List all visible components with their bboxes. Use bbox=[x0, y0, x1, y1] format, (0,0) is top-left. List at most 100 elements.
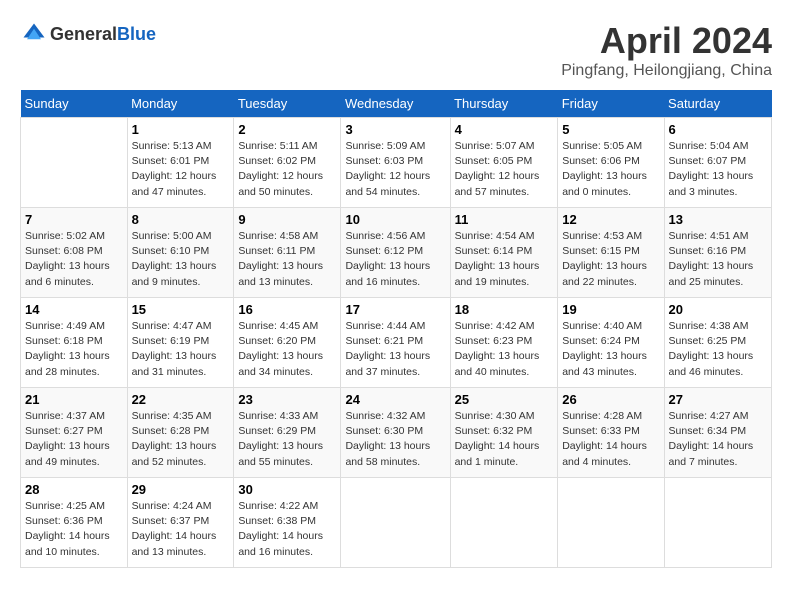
calendar-cell: 19Sunrise: 4:40 AMSunset: 6:24 PMDayligh… bbox=[558, 298, 664, 388]
logo-text: GeneralBlue bbox=[50, 24, 156, 45]
day-number: 10 bbox=[345, 212, 445, 227]
logo: GeneralBlue bbox=[20, 20, 156, 48]
logo-general: General bbox=[50, 24, 117, 44]
day-of-week-header: Friday bbox=[558, 90, 664, 118]
title-block: April 2024 Pingfang, Heilongjiang, China bbox=[561, 20, 772, 80]
day-info: Sunrise: 4:47 AMSunset: 6:19 PMDaylight:… bbox=[132, 319, 230, 380]
calendar-cell bbox=[450, 478, 558, 568]
day-info: Sunrise: 5:00 AMSunset: 6:10 PMDaylight:… bbox=[132, 229, 230, 290]
day-info: Sunrise: 5:09 AMSunset: 6:03 PMDaylight:… bbox=[345, 139, 445, 200]
day-info: Sunrise: 4:53 AMSunset: 6:15 PMDaylight:… bbox=[562, 229, 659, 290]
day-info: Sunrise: 4:56 AMSunset: 6:12 PMDaylight:… bbox=[345, 229, 445, 290]
calendar-header-row: SundayMondayTuesdayWednesdayThursdayFrid… bbox=[21, 90, 772, 118]
day-of-week-header: Sunday bbox=[21, 90, 128, 118]
day-info: Sunrise: 4:44 AMSunset: 6:21 PMDaylight:… bbox=[345, 319, 445, 380]
calendar-cell: 11 Sunrise: 4:54 AMSunset: 6:14 PMDayligh… bbox=[450, 208, 558, 298]
calendar-cell: 30 Sunrise: 4:22 AMSunset: 6:38 PMDayligh… bbox=[234, 478, 341, 568]
day-number: 8 bbox=[132, 212, 230, 227]
calendar-cell: 27 Sunrise: 4:27 AMSunset: 6:34 PMDayligh… bbox=[664, 388, 771, 478]
calendar-cell: 1 Sunrise: 5:13 AMSunset: 6:01 PMDaylight… bbox=[127, 118, 234, 208]
day-of-week-header: Wednesday bbox=[341, 90, 450, 118]
day-number: 30 bbox=[238, 482, 336, 497]
day-number: 12 bbox=[562, 212, 659, 227]
calendar-cell bbox=[21, 118, 128, 208]
calendar-cell: 6 Sunrise: 5:04 AMSunset: 6:07 PMDaylight… bbox=[664, 118, 771, 208]
day-info: Sunrise: 4:30 AMSunset: 6:32 PMDaylight:… bbox=[455, 409, 554, 470]
day-info: Sunrise: 4:25 AMSunset: 6:36 PMDaylight:… bbox=[25, 499, 123, 560]
day-info: Sunrise: 5:07 AMSunset: 6:05 PMDaylight:… bbox=[455, 139, 554, 200]
logo-icon bbox=[20, 20, 48, 48]
day-number: 26 bbox=[562, 392, 659, 407]
day-info: Sunrise: 4:45 AMSunset: 6:20 PMDaylight:… bbox=[238, 319, 336, 380]
day-number: 16 bbox=[238, 302, 336, 317]
calendar-week-row: 21 Sunrise: 4:37 AMSunset: 6:27 PMDayligh… bbox=[21, 388, 772, 478]
calendar-week-row: 14Sunrise: 4:49 AMSunset: 6:18 PMDayligh… bbox=[21, 298, 772, 388]
day-number: 1 bbox=[132, 122, 230, 137]
day-info: Sunrise: 4:22 AMSunset: 6:38 PMDaylight:… bbox=[238, 499, 336, 560]
day-number: 7 bbox=[25, 212, 123, 227]
calendar-cell: 7 Sunrise: 5:02 AMSunset: 6:08 PMDaylight… bbox=[21, 208, 128, 298]
day-number: 15 bbox=[132, 302, 230, 317]
calendar-cell bbox=[664, 478, 771, 568]
day-of-week-header: Monday bbox=[127, 90, 234, 118]
calendar-cell: 29Sunrise: 4:24 AMSunset: 6:37 PMDayligh… bbox=[127, 478, 234, 568]
calendar-cell: 26 Sunrise: 4:28 AMSunset: 6:33 PMDayligh… bbox=[558, 388, 664, 478]
day-number: 3 bbox=[345, 122, 445, 137]
day-of-week-header: Tuesday bbox=[234, 90, 341, 118]
calendar-cell: 24 Sunrise: 4:32 AMSunset: 6:30 PMDayligh… bbox=[341, 388, 450, 478]
day-number: 21 bbox=[25, 392, 123, 407]
day-info: Sunrise: 5:11 AMSunset: 6:02 PMDaylight:… bbox=[238, 139, 336, 200]
day-info: Sunrise: 5:02 AMSunset: 6:08 PMDaylight:… bbox=[25, 229, 123, 290]
day-number: 13 bbox=[669, 212, 767, 227]
day-info: Sunrise: 4:35 AMSunset: 6:28 PMDaylight:… bbox=[132, 409, 230, 470]
calendar-cell: 14Sunrise: 4:49 AMSunset: 6:18 PMDayligh… bbox=[21, 298, 128, 388]
day-of-week-header: Saturday bbox=[664, 90, 771, 118]
day-info: Sunrise: 4:27 AMSunset: 6:34 PMDaylight:… bbox=[669, 409, 767, 470]
day-info: Sunrise: 4:28 AMSunset: 6:33 PMDaylight:… bbox=[562, 409, 659, 470]
calendar-week-row: 1 Sunrise: 5:13 AMSunset: 6:01 PMDaylight… bbox=[21, 118, 772, 208]
calendar-cell: 12 Sunrise: 4:53 AMSunset: 6:15 PMDayligh… bbox=[558, 208, 664, 298]
calendar-cell: 17 Sunrise: 4:44 AMSunset: 6:21 PMDayligh… bbox=[341, 298, 450, 388]
day-info: Sunrise: 5:04 AMSunset: 6:07 PMDaylight:… bbox=[669, 139, 767, 200]
day-number: 28 bbox=[25, 482, 123, 497]
day-number: 24 bbox=[345, 392, 445, 407]
day-number: 23 bbox=[238, 392, 336, 407]
calendar-table: SundayMondayTuesdayWednesdayThursdayFrid… bbox=[20, 90, 772, 568]
calendar-cell: 13 Sunrise: 4:51 AMSunset: 6:16 PMDayligh… bbox=[664, 208, 771, 298]
day-number: 17 bbox=[345, 302, 445, 317]
day-number: 19 bbox=[562, 302, 659, 317]
day-info: Sunrise: 4:42 AMSunset: 6:23 PMDaylight:… bbox=[455, 319, 554, 380]
day-info: Sunrise: 4:51 AMSunset: 6:16 PMDaylight:… bbox=[669, 229, 767, 290]
calendar-cell: 22 Sunrise: 4:35 AMSunset: 6:28 PMDayligh… bbox=[127, 388, 234, 478]
logo-blue: Blue bbox=[117, 24, 156, 44]
calendar-cell: 16 Sunrise: 4:45 AMSunset: 6:20 PMDayligh… bbox=[234, 298, 341, 388]
day-info: Sunrise: 4:38 AMSunset: 6:25 PMDaylight:… bbox=[669, 319, 767, 380]
calendar-cell: 8 Sunrise: 5:00 AMSunset: 6:10 PMDaylight… bbox=[127, 208, 234, 298]
day-info: Sunrise: 4:33 AMSunset: 6:29 PMDaylight:… bbox=[238, 409, 336, 470]
calendar-cell: 15 Sunrise: 4:47 AMSunset: 6:19 PMDayligh… bbox=[127, 298, 234, 388]
calendar-cell: 9Sunrise: 4:58 AMSunset: 6:11 PMDaylight… bbox=[234, 208, 341, 298]
day-number: 27 bbox=[669, 392, 767, 407]
page-header: GeneralBlue April 2024 Pingfang, Heilong… bbox=[20, 20, 772, 80]
calendar-cell: 4Sunrise: 5:07 AMSunset: 6:05 PMDaylight… bbox=[450, 118, 558, 208]
calendar-cell: 2 Sunrise: 5:11 AMSunset: 6:02 PMDaylight… bbox=[234, 118, 341, 208]
calendar-cell: 20 Sunrise: 4:38 AMSunset: 6:25 PMDayligh… bbox=[664, 298, 771, 388]
calendar-cell: 10 Sunrise: 4:56 AMSunset: 6:12 PMDayligh… bbox=[341, 208, 450, 298]
day-number: 25 bbox=[455, 392, 554, 407]
calendar-cell: 23 Sunrise: 4:33 AMSunset: 6:29 PMDayligh… bbox=[234, 388, 341, 478]
month-title: April 2024 bbox=[561, 20, 772, 62]
day-info: Sunrise: 4:49 AMSunset: 6:18 PMDaylight:… bbox=[25, 319, 123, 380]
calendar-cell: 3 Sunrise: 5:09 AMSunset: 6:03 PMDaylight… bbox=[341, 118, 450, 208]
day-info: Sunrise: 4:37 AMSunset: 6:27 PMDaylight:… bbox=[25, 409, 123, 470]
day-info: Sunrise: 5:13 AMSunset: 6:01 PMDaylight:… bbox=[132, 139, 230, 200]
day-number: 2 bbox=[238, 122, 336, 137]
day-number: 9 bbox=[238, 212, 336, 227]
day-number: 20 bbox=[669, 302, 767, 317]
day-info: Sunrise: 4:32 AMSunset: 6:30 PMDaylight:… bbox=[345, 409, 445, 470]
day-number: 6 bbox=[669, 122, 767, 137]
calendar-cell: 18Sunrise: 4:42 AMSunset: 6:23 PMDayligh… bbox=[450, 298, 558, 388]
location-subtitle: Pingfang, Heilongjiang, China bbox=[561, 62, 772, 80]
day-info: Sunrise: 4:54 AMSunset: 6:14 PMDaylight:… bbox=[455, 229, 554, 290]
day-number: 22 bbox=[132, 392, 230, 407]
day-number: 11 bbox=[455, 212, 554, 227]
